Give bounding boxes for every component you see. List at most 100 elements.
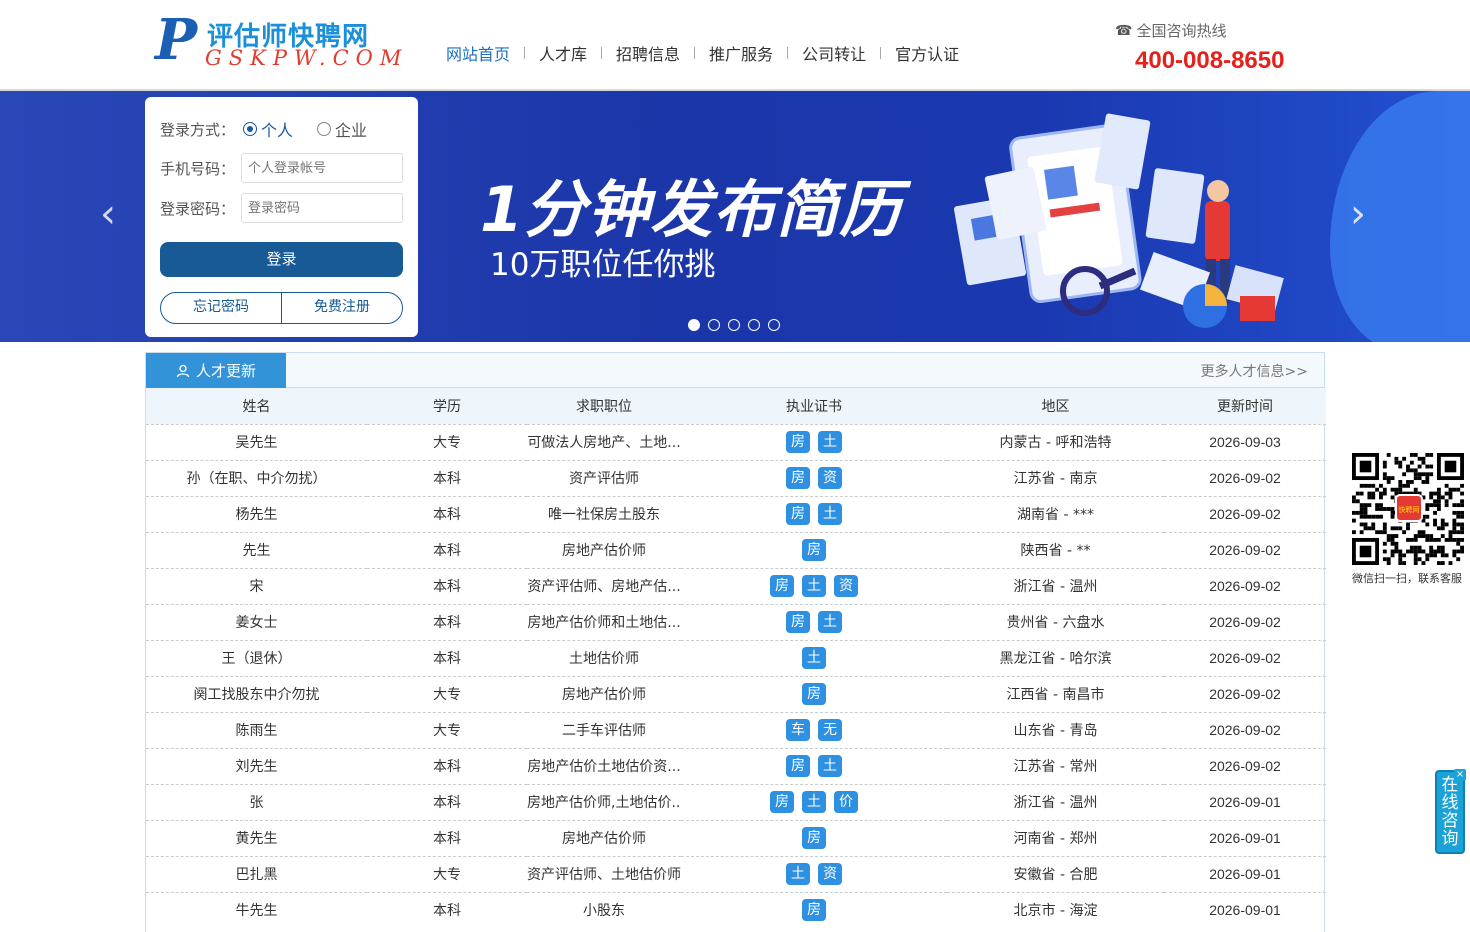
talent-education: 本科 — [367, 603, 527, 640]
banner-subtitle: 10万职位任你挑 — [490, 247, 716, 283]
talent-job: 土地估价师 — [527, 639, 681, 676]
login-mode-personal[interactable]: 个人 — [243, 117, 293, 141]
nav-company-transfer[interactable]: 公司转让 — [788, 41, 880, 65]
table-row[interactable]: 张本科 房地产估价师,土地估价... 房土价浙江省 - 温州 2026-09-01 — [146, 783, 1326, 820]
talent-education: 本科 — [367, 747, 527, 784]
slide-dot-3[interactable] — [728, 319, 740, 331]
talent-name: 阕工找股东中介勿扰 — [146, 675, 367, 712]
talent-certificates: 房土 — [681, 603, 947, 640]
slide-dot-1[interactable] — [688, 319, 700, 331]
talent-update-date: 2026-09-02 — [1164, 459, 1326, 496]
register-button[interactable]: 免费注册 — [281, 293, 402, 323]
certificate-badge: 房 — [786, 431, 810, 453]
table-row[interactable]: 吴先生 大专 可做法人房地产、土地... 房土内蒙古 - 呼和浩特 2026-09-03 — [146, 423, 1326, 460]
talent-update-date: 2026-09-01 — [1164, 855, 1326, 892]
online-consult-label: 在线咨询 — [1441, 775, 1459, 849]
certificate-badge: 无 — [818, 719, 842, 741]
talent-name: 巴扎黑 — [146, 855, 367, 892]
talent-certificates: 房土资 — [681, 567, 947, 604]
table-row[interactable]: 黄先生 本科 房地产估价师 房 河南省 - 郑州 2026-09-01 — [146, 819, 1326, 856]
chevron-left-icon[interactable]: ‹ — [100, 191, 116, 237]
talent-certificates: 房 — [681, 675, 947, 712]
talent-education: 本科 — [367, 495, 527, 532]
forgot-password-button[interactable]: 忘记密码 — [161, 293, 281, 323]
table-row[interactable]: 刘先生 本科 房地产估价土地估价资... 房土江苏省 - 常州 2026-09-02 — [146, 747, 1326, 784]
nav-home[interactable]: 网站首页 — [432, 41, 524, 65]
certificate-badge: 土 — [802, 791, 826, 813]
main-nav: 网站首页 人才库 招聘信息 推广服务 公司转让 官方认证 — [432, 42, 973, 64]
chevron-right-icon[interactable]: › — [1350, 191, 1366, 237]
phone-input[interactable] — [241, 153, 404, 183]
site-logo[interactable]: P 评估师快聘网 GSKPW.COM — [155, 10, 405, 74]
talent-education: 大专 — [367, 711, 527, 748]
hotline-label: 全国咨询热线 — [1136, 22, 1227, 40]
site-header: P 评估师快聘网 GSKPW.COM 网站首页 人才库 招聘信息 推广服务 公司… — [0, 0, 1470, 91]
close-icon[interactable]: × — [1454, 769, 1466, 781]
table-row[interactable]: 姜女士 本科 房地产估价师和土地估... 房土贵州省 - 六盘水 2026-09-02 — [146, 603, 1326, 640]
talent-education: 本科 — [367, 531, 527, 568]
talent-job: 房地产估价土地估价资... — [527, 747, 681, 784]
talent-table-body: 吴先生 大专 可做法人房地产、土地... 房土内蒙古 - 呼和浩特 2026-09-03… — [146, 423, 1326, 928]
nav-official-cert[interactable]: 官方认证 — [881, 41, 973, 65]
talent-job: 房地产估价师 — [527, 531, 681, 568]
talent-education: 大专 — [367, 855, 527, 892]
table-row[interactable]: 阕工找股东中介勿扰 大专 房地产估价师 房 江西省 - 南昌市 2026-09-02 — [146, 675, 1326, 712]
tab-talent-updates[interactable]: 人才更新 — [146, 353, 286, 388]
slide-indicators — [688, 319, 780, 331]
certificate-badge: 资 — [818, 467, 842, 489]
slide-dot-5[interactable] — [768, 319, 780, 331]
talent-education: 大专 — [367, 423, 527, 460]
password-row: 登录密码： — [160, 193, 404, 223]
certificate-badge: 土 — [802, 575, 826, 597]
certificate-badge: 房 — [802, 899, 826, 922]
nav-job-listings[interactable]: 招聘信息 — [602, 41, 694, 65]
slide-dot-2[interactable] — [708, 319, 720, 331]
talent-job: 唯一社保房土股东 — [527, 495, 681, 532]
login-button[interactable]: 登录 — [160, 242, 403, 277]
nav-promotion[interactable]: 推广服务 — [695, 41, 787, 65]
phone-icon: ☎ — [1115, 22, 1133, 39]
certificate-badge: 房 — [802, 539, 826, 561]
column-header: 姓名 — [146, 388, 367, 424]
certificate-badge: 资 — [818, 863, 842, 885]
talent-certificates: 房土 — [681, 423, 947, 460]
talent-region: 江苏省 - 南京 — [947, 459, 1164, 496]
column-header: 求职职位 — [527, 388, 681, 424]
phone-row: 手机号码： — [160, 153, 404, 183]
talent-name: 姜女士 — [146, 603, 367, 640]
qr-logo-text: 快聘网 — [1399, 505, 1420, 514]
table-row[interactable]: 杨先生 本科 唯一社保房土股东房土湖南省 - *** 2026-09-02 — [146, 495, 1326, 532]
talent-certificates: 土资 — [681, 855, 947, 892]
talent-panel: 人才更新 更多人才信息>> 姓名 学历 求职职位 执业证书 地区 更新时间 吴先生 大专 可做… — [145, 352, 1326, 932]
talent-update-date: 2026-09-02 — [1164, 711, 1326, 748]
talent-certificates: 房资 — [681, 459, 947, 496]
table-row[interactable]: 巴扎黑 大专 资产评估师、土地估价师土资安徽省 - 合肥 2026-09-01 — [146, 855, 1326, 892]
talent-region: 内蒙古 - 呼和浩特 — [947, 423, 1164, 460]
table-row[interactable]: 陈雨生 大专 二手车评估师车无山东省 - 青岛 2026-09-02 — [146, 711, 1326, 748]
radio-unchecked-icon — [317, 122, 332, 136]
certificate-badge: 土 — [818, 503, 842, 525]
talent-name: 陈雨生 — [146, 711, 367, 748]
nav-talent-pool[interactable]: 人才库 — [525, 41, 601, 65]
login-mode-company[interactable]: 企业 — [317, 117, 367, 141]
talent-name: 宋 — [146, 567, 367, 604]
table-row[interactable]: 宋本科 资产评估师、房地产估... 房土资浙江省 - 温州 2026-09-02 — [146, 567, 1326, 604]
table-row[interactable]: 王（退休） 本科 土地估价师 土 黑龙江省 - 哈尔滨 2026-09-02 — [146, 639, 1326, 676]
talent-table: 姓名 学历 求职职位 执业证书 地区 更新时间 吴先生 大专 可做法人房地产、土地... 房土内… — [146, 388, 1326, 928]
password-input[interactable] — [241, 193, 404, 223]
talent-update-date: 2026-09-01 — [1164, 819, 1326, 856]
login-sub-actions: 忘记密码 免费注册 — [160, 292, 403, 324]
talent-name: 王（退休） — [146, 639, 367, 676]
online-consult-button[interactable]: 在线咨询 × — [1435, 769, 1466, 854]
more-talent-link[interactable]: 更多人才信息>> — [1201, 361, 1308, 381]
hotline: ☎ 全国咨询热线 400-008-8650 — [1115, 20, 1315, 75]
slide-dot-4[interactable] — [748, 319, 760, 331]
talent-education: 本科 — [367, 783, 527, 820]
talent-certificates: 房土价 — [681, 783, 947, 820]
table-row[interactable]: 孙（在职、中介勿扰） 本科 资产评估师房资江苏省 - 南京 2026-09-02 — [146, 459, 1326, 496]
certificate-badge: 土 — [786, 863, 810, 885]
table-row[interactable]: 先生 本科 房地产估价师 房 陕西省 - ** 2026-09-02 — [146, 531, 1326, 568]
talent-region: 湖南省 - *** — [947, 495, 1164, 532]
talent-certificates: 车无 — [681, 711, 947, 748]
talent-certificates: 土 — [681, 639, 947, 676]
